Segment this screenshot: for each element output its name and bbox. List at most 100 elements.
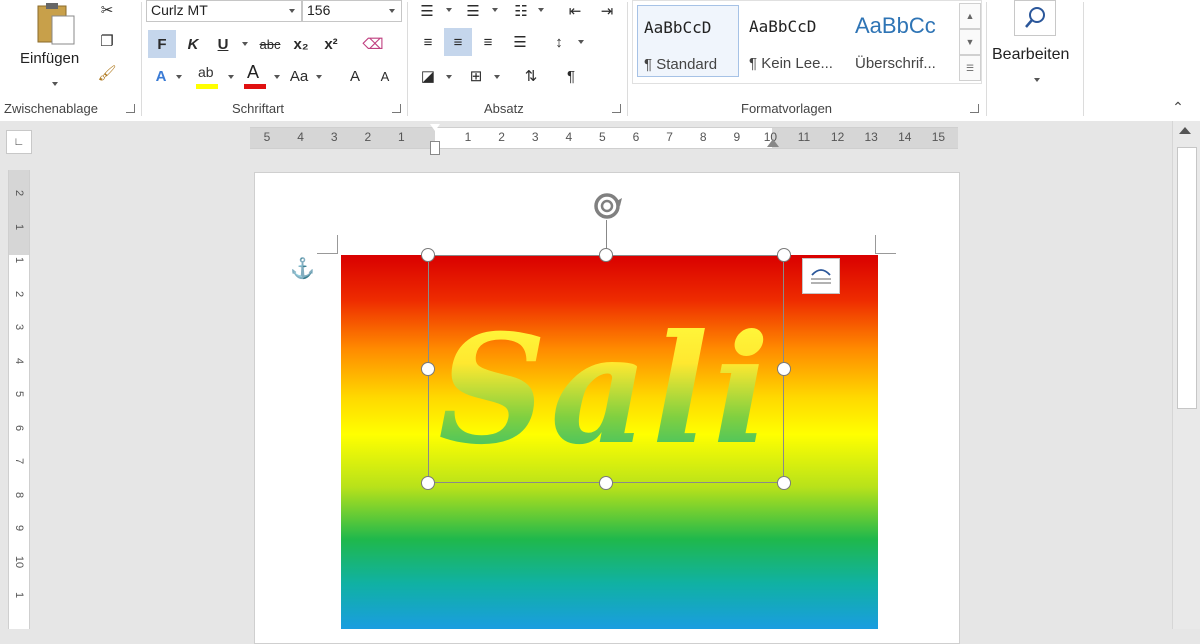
paragraph-launcher-icon[interactable] xyxy=(612,104,621,113)
font-launcher-icon[interactable] xyxy=(392,104,401,113)
font-size-dropdown-icon[interactable] xyxy=(389,9,395,13)
font-name-dropdown-icon[interactable] xyxy=(289,9,295,13)
margin-mark xyxy=(317,235,338,254)
highlight-color-button[interactable]: ab xyxy=(194,62,224,90)
ruler-number: 1 xyxy=(398,130,405,144)
font-size-value: 156 xyxy=(307,2,331,18)
font-color-button[interactable]: A xyxy=(242,62,270,90)
right-indent-marker[interactable] xyxy=(767,139,779,147)
styles-scroll-up-icon[interactable]: ▲ xyxy=(959,3,981,29)
shading-dropdown-icon[interactable] xyxy=(446,75,452,79)
underline-dropdown-icon[interactable] xyxy=(242,42,248,46)
ruler-number: 2 xyxy=(498,130,505,144)
clipboard-launcher-icon[interactable] xyxy=(126,104,135,113)
paste-button[interactable]: Einfügen xyxy=(14,2,94,92)
scroll-thumb[interactable] xyxy=(1177,147,1197,409)
ruler-number: 6 xyxy=(13,424,25,431)
format-painter-icon[interactable]: 🖌 xyxy=(96,62,118,84)
styles-launcher-icon[interactable] xyxy=(970,104,979,113)
ruler-number: 2 xyxy=(13,189,25,197)
paste-dropdown-icon[interactable] xyxy=(52,82,58,86)
highlight-dropdown-icon[interactable] xyxy=(228,75,234,79)
editing-dropdown-icon[interactable] xyxy=(1034,78,1040,82)
editing-button[interactable]: Bearbeiten xyxy=(990,0,1080,90)
increase-indent-icon[interactable]: ⇥ xyxy=(594,0,620,22)
styles-scroll-down-icon[interactable]: ▼ xyxy=(959,29,981,55)
clipboard-group-label: Zwischenablage xyxy=(4,101,98,116)
shrink-font-button[interactable]: A xyxy=(374,62,396,90)
change-case-button[interactable]: Aa xyxy=(286,62,312,90)
ruler-number: 1 xyxy=(13,256,25,264)
justify-icon[interactable]: ☰ xyxy=(506,28,534,56)
highlight-color-swatch xyxy=(196,84,218,89)
vertical-ruler[interactable]: 2 1 1 2 3 4 5 6 7 8 9 10 1 xyxy=(8,170,30,629)
align-left-icon[interactable]: ≡ xyxy=(414,28,442,56)
grow-font-button[interactable]: A xyxy=(344,62,366,90)
decrease-indent-icon[interactable]: ⇤ xyxy=(562,0,588,22)
highlighter-icon: ab xyxy=(198,64,214,80)
vertical-scrollbar[interactable] xyxy=(1172,121,1200,629)
borders-icon[interactable]: ⊞ xyxy=(462,62,490,90)
horizontal-ruler[interactable]: 5 4 3 2 1 1 2 3 4 5 6 7 8 9 10 11 12 13 14 15 xyxy=(250,127,958,149)
layout-options-icon[interactable] xyxy=(802,258,840,294)
clear-formatting-icon[interactable]: ⌫ xyxy=(360,30,386,58)
borders-dropdown-icon[interactable] xyxy=(494,75,500,79)
resize-handle[interactable] xyxy=(777,248,791,262)
styles-gallery: AaBbCcD ¶ Standard AaBbCcD ¶ Kein Lee...… xyxy=(632,0,982,84)
collapse-ribbon-icon[interactable]: ⌃ xyxy=(1170,100,1186,114)
resize-handle[interactable] xyxy=(421,476,435,490)
bold-button[interactable]: F xyxy=(148,30,176,58)
style-no-spacing[interactable]: AaBbCcD ¶ Kein Lee... xyxy=(743,5,845,77)
underline-button[interactable]: U xyxy=(210,30,236,58)
styles-more-icon[interactable]: ☰ xyxy=(959,55,981,81)
copy-icon[interactable]: ❐ xyxy=(96,30,118,52)
superscript-button[interactable]: x² xyxy=(318,30,344,58)
line-spacing-dropdown-icon[interactable] xyxy=(578,40,584,44)
group-divider xyxy=(627,2,628,116)
text-effects-icon[interactable]: A xyxy=(150,62,172,90)
ruler-number: 4 xyxy=(297,130,304,144)
style-heading[interactable]: AaBbCc Überschrif... xyxy=(849,5,951,77)
bullets-dropdown-icon[interactable] xyxy=(446,8,452,12)
ruler-number: 9 xyxy=(733,130,741,144)
resize-handle[interactable] xyxy=(599,248,613,262)
hanging-indent-marker[interactable] xyxy=(430,141,440,155)
style-name: Überschrif... xyxy=(855,55,936,72)
shading-icon[interactable]: ◪ xyxy=(414,62,442,90)
font-name-box[interactable]: Curlz MT xyxy=(146,0,302,22)
resize-handle[interactable] xyxy=(421,362,435,376)
numbering-dropdown-icon[interactable] xyxy=(492,8,498,12)
multilevel-dropdown-icon[interactable] xyxy=(538,8,544,12)
font-size-box[interactable]: 156 xyxy=(302,0,402,22)
ruler-number: 4 xyxy=(13,357,25,364)
line-spacing-icon[interactable]: ↕ xyxy=(546,28,572,56)
resize-handle[interactable] xyxy=(777,476,791,490)
change-case-dropdown-icon[interactable] xyxy=(316,75,322,79)
tab-selector-icon[interactable]: ∟ xyxy=(6,130,32,154)
multilevel-list-icon[interactable]: ☷ xyxy=(508,0,534,22)
group-divider xyxy=(407,2,408,116)
numbering-icon[interactable]: ☰ xyxy=(460,0,486,22)
align-center-icon[interactable]: ≡ xyxy=(444,28,472,56)
resize-handle[interactable] xyxy=(599,476,613,490)
align-right-icon[interactable]: ≡ xyxy=(474,28,502,56)
rotate-handle-icon[interactable] xyxy=(589,188,625,224)
font-color-dropdown-icon[interactable] xyxy=(274,75,280,79)
text-effects-dropdown-icon[interactable] xyxy=(176,75,182,79)
cut-icon[interactable]: ✂ xyxy=(96,0,118,20)
ruler-number: 7 xyxy=(13,457,25,465)
scroll-up-icon[interactable] xyxy=(1179,127,1191,134)
font-group-label: Schriftart xyxy=(232,101,285,116)
bullets-icon[interactable]: ☰ xyxy=(414,0,440,22)
first-line-indent-marker[interactable] xyxy=(430,124,440,131)
resize-handle[interactable] xyxy=(777,362,791,376)
wordart-text[interactable]: Sali xyxy=(428,300,784,480)
ribbon: Einfügen ✂ ❐ 🖌 Zwischenablage Curlz MT 1… xyxy=(0,0,1200,122)
subscript-button[interactable]: x₂ xyxy=(288,30,314,58)
show-formatting-button[interactable]: ¶ xyxy=(558,62,584,90)
style-standard[interactable]: AaBbCcD ¶ Standard xyxy=(637,5,739,77)
sort-icon[interactable]: ⇅ xyxy=(518,62,544,90)
italic-button[interactable]: K xyxy=(180,30,206,58)
resize-handle[interactable] xyxy=(421,248,435,262)
strikethrough-button[interactable]: abc xyxy=(254,30,286,58)
